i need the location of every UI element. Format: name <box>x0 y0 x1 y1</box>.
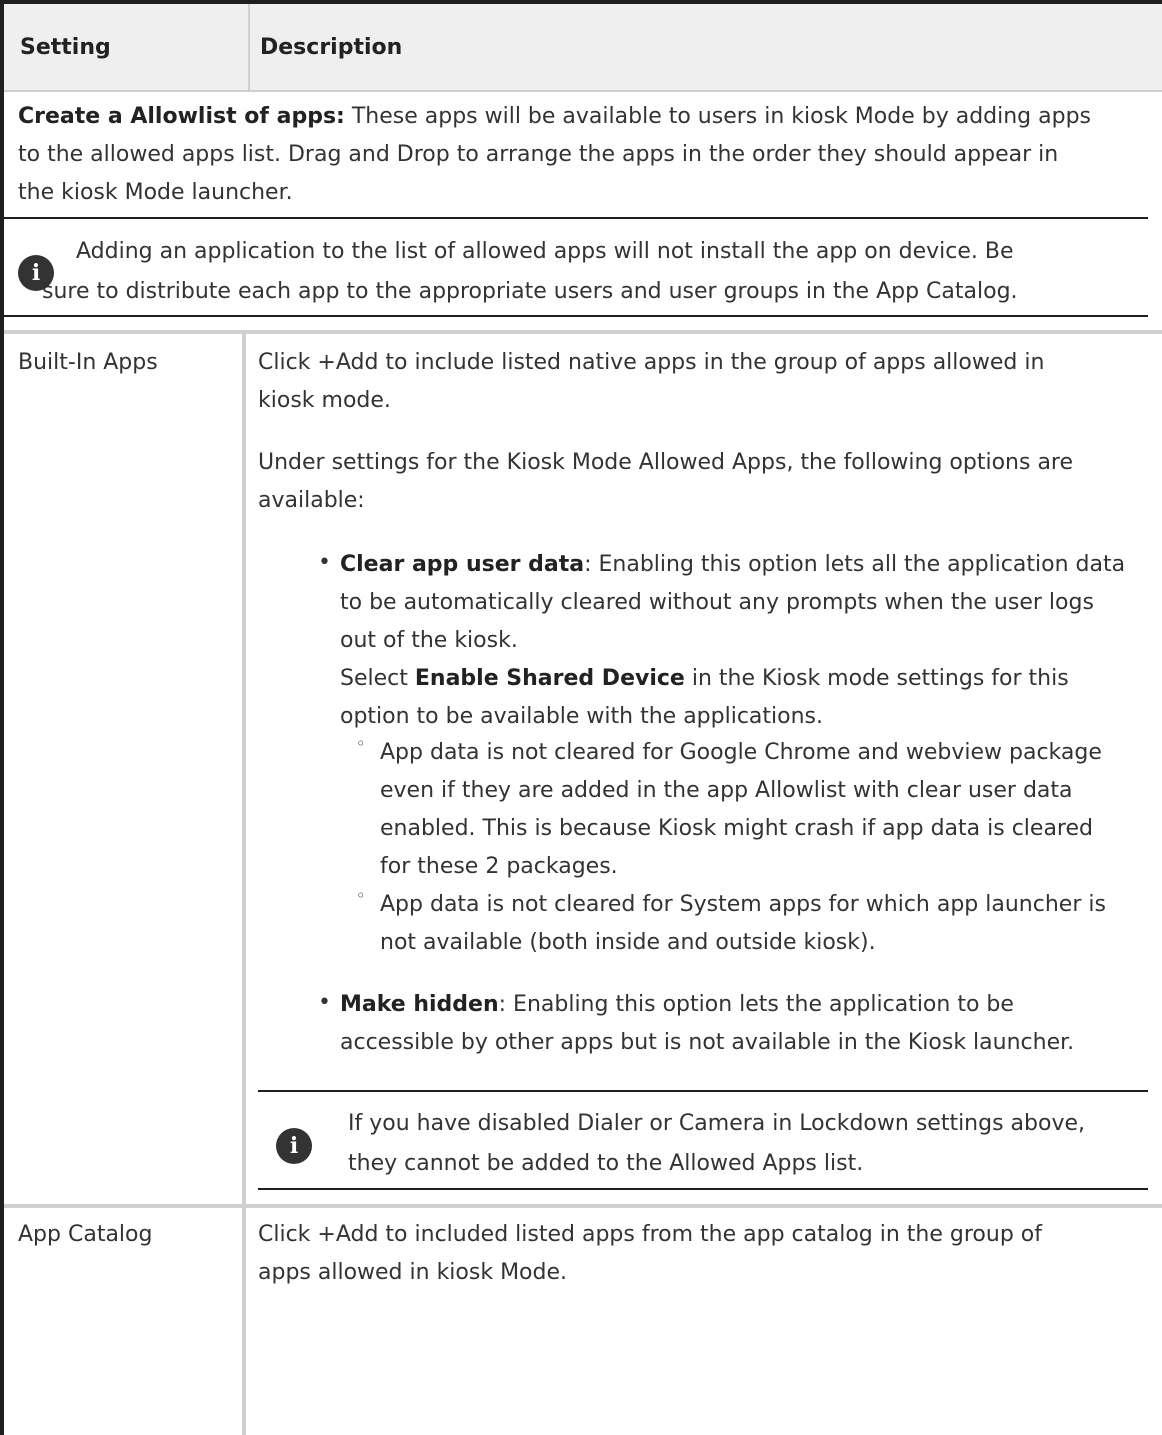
note-allowed-apps: Adding an application to the list of all… <box>42 232 1156 312</box>
note2-bottom-rule <box>258 1188 1148 1190</box>
option-clear-app-user-data: Clear app user data: Enabling this optio… <box>340 546 1150 736</box>
sub-bullet-circle: ◦ <box>356 734 366 753</box>
make-hidden-label: Make hidden <box>340 992 499 1017</box>
clear-line: : Enabling this option lets all the appl… <box>584 552 1126 577</box>
header-description: Description <box>260 35 403 60</box>
select-post: in the Kiosk mode settings for this <box>684 666 1069 691</box>
note-bottom-rule <box>4 315 1148 317</box>
note-lockdown: If you have disabled Dialer or Camera in… <box>348 1104 1148 1184</box>
catalog-desc-line: apps allowed in kiosk Mode. <box>258 1260 568 1285</box>
sub1-line: for these 2 packages. <box>380 854 618 879</box>
clear-data-label: Clear app user data <box>340 552 585 577</box>
sub-bullet-circle: ◦ <box>356 886 366 905</box>
sub1-line: App data is not cleared for Google Chrom… <box>380 740 1102 765</box>
note2-top-rule <box>258 1090 1148 1092</box>
row-separator <box>4 330 1162 334</box>
builtin-desc-line: kiosk mode. <box>258 388 391 413</box>
intro-line: These apps will be available to users in… <box>344 104 1092 129</box>
note2-line: they cannot be added to the Allowed Apps… <box>348 1151 864 1176</box>
header-setting: Setting <box>20 35 111 60</box>
hidden-line: accessible by other apps but is not avai… <box>340 1030 1075 1055</box>
select-pre: Select <box>340 666 415 691</box>
bullet-dot: • <box>318 550 331 575</box>
row-separator <box>4 1204 1162 1208</box>
intro-line: to the allowed apps list. Drag and Drop … <box>18 142 1059 167</box>
select-line: option to be available with the applicat… <box>340 704 824 729</box>
catalog-description: Click +Add to included listed apps from … <box>258 1216 1138 1292</box>
table-header: Setting Description <box>4 4 1162 92</box>
sub1-line: even if they are added in the app Allowl… <box>380 778 1073 803</box>
intro-line: the kiosk Mode launcher. <box>18 180 293 205</box>
sub1-line: enabled. This is because Kiosk might cra… <box>380 816 1093 841</box>
under-line: Under settings for the Kiosk Mode Allowe… <box>258 450 1074 475</box>
intro-heading: Create a Allowlist of apps: <box>18 104 345 129</box>
clear-line: out of the kiosk. <box>340 628 518 653</box>
note-line: Adding an application to the list of all… <box>76 239 1014 264</box>
builtin-description: Click +Add to include listed native apps… <box>258 344 1138 420</box>
note-line: sure to distribute each app to the appro… <box>42 279 1018 304</box>
catalog-desc-line: Click +Add to included listed apps from … <box>258 1222 1042 1247</box>
column-divider <box>248 4 250 92</box>
setting-built-in-apps: Built-In Apps <box>18 350 158 375</box>
builtin-under-text: Under settings for the Kiosk Mode Allowe… <box>258 444 1148 520</box>
builtin-desc-line: Click +Add to include listed native apps… <box>258 350 1045 375</box>
note-top-rule <box>4 217 1148 219</box>
sub2-line: not available (both inside and outside k… <box>380 930 876 955</box>
sub2-line: App data is not cleared for System apps … <box>380 892 1106 917</box>
info-icon: i <box>276 1128 312 1164</box>
setting-app-catalog: App Catalog <box>18 1222 153 1247</box>
under-line: available: <box>258 488 365 513</box>
bullet-dot: • <box>318 990 331 1015</box>
note2-line: If you have disabled Dialer or Camera in… <box>348 1111 1085 1136</box>
clear-line: to be automatically cleared without any … <box>340 590 1094 615</box>
hidden-line: : Enabling this option lets the applicat… <box>498 992 1014 1017</box>
enable-shared-device-label: Enable Shared Device <box>414 666 685 691</box>
note-chrome-webview: App data is not cleared for Google Chrom… <box>380 734 1150 886</box>
column-divider <box>242 334 246 1435</box>
option-make-hidden: Make hidden: Enabling this option lets t… <box>340 986 1150 1062</box>
intro-paragraph: Create a Allowlist of apps: These apps w… <box>18 98 1148 212</box>
note-system-apps: App data is not cleared for System apps … <box>380 886 1150 962</box>
